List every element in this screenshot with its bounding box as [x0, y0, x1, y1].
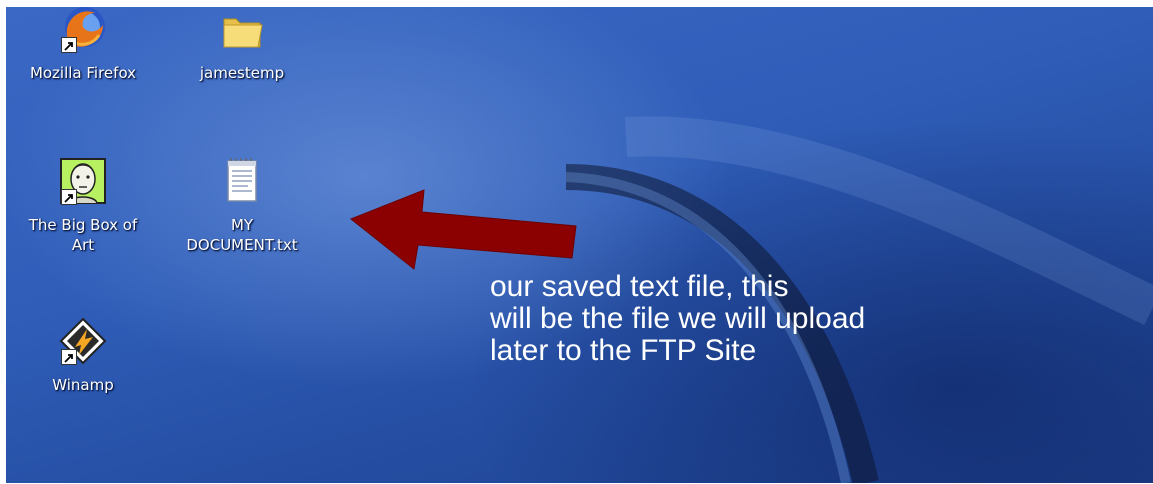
desktop: Mozilla Firefox jamestemp The Big Box of… [6, 7, 1153, 483]
red-arrow-icon [350, 189, 577, 270]
annotation-line: will be the file we will upload [490, 302, 866, 335]
annotation-line: later to the FTP Site [490, 334, 757, 367]
annotation-line: our saved text file, this [490, 270, 789, 303]
annotation-text: our saved text file, this will be the fi… [490, 271, 865, 367]
